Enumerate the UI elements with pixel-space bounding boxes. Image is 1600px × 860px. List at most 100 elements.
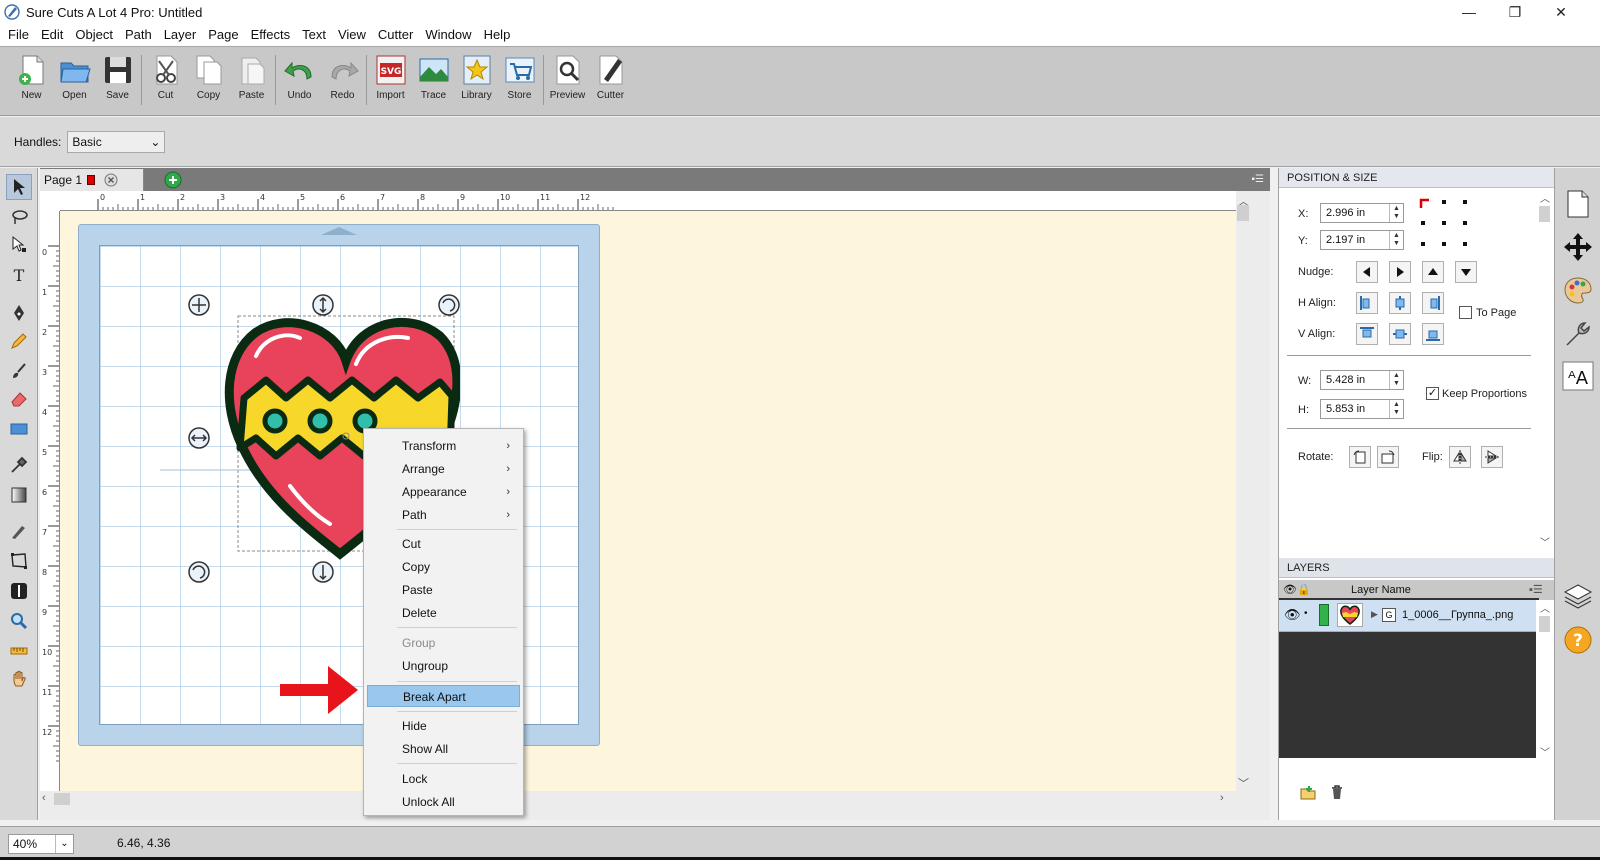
text-tool[interactable]: T bbox=[8, 264, 30, 286]
layers-scrollbar[interactable]: ︿ ﹀ bbox=[1536, 600, 1554, 760]
open-button[interactable]: Open bbox=[53, 53, 96, 109]
y-field[interactable]: 2.197 in ▲ ▼ bbox=[1320, 230, 1404, 250]
horizontal-scrollbar[interactable]: ‹ › bbox=[40, 791, 1236, 808]
zoom-tool[interactable] bbox=[8, 610, 30, 632]
zoom-select[interactable]: 40% ⌄ bbox=[8, 834, 74, 854]
expand-arrow-icon[interactable]: ▶ bbox=[1371, 609, 1378, 620]
nudge-down-button[interactable] bbox=[1455, 261, 1477, 283]
shape-tool[interactable] bbox=[8, 418, 30, 440]
store-button[interactable]: Store bbox=[498, 53, 541, 109]
scroll-down-icon[interactable]: ﹀ bbox=[1540, 744, 1550, 759]
layer-row[interactable]: 👁 • ▶ G 1_0006__Группа_.png bbox=[1279, 600, 1539, 632]
select-tool[interactable] bbox=[6, 174, 32, 200]
align-left-button[interactable] bbox=[1356, 292, 1378, 314]
x-spinner[interactable]: ▲ ▼ bbox=[1389, 204, 1403, 222]
position-panel-scrollbar[interactable]: ︿ ﹀ bbox=[1536, 190, 1554, 549]
add-page-icon[interactable] bbox=[164, 171, 182, 189]
pencil-tool[interactable] bbox=[8, 330, 30, 352]
cut-button[interactable]: Cut bbox=[144, 53, 187, 109]
menu-object[interactable]: Object bbox=[69, 24, 119, 46]
scroll-thumb[interactable] bbox=[54, 793, 70, 805]
menu-edit[interactable]: Edit bbox=[35, 24, 69, 46]
weld-tool[interactable] bbox=[8, 580, 30, 602]
scroll-thumb[interactable] bbox=[1539, 616, 1550, 632]
eyedropper-tool[interactable] bbox=[8, 454, 30, 476]
scale-vertical-handle-bottom[interactable] bbox=[312, 561, 334, 583]
paste-button[interactable]: Paste bbox=[230, 53, 273, 109]
rotate-handle-bottom-left[interactable] bbox=[188, 561, 210, 583]
layer-name[interactable]: 1_0006__Группа_.png bbox=[1402, 609, 1513, 621]
scroll-down-icon[interactable]: ﹀ bbox=[1540, 534, 1550, 549]
vertical-scrollbar[interactable]: ︿ ﹀ bbox=[1236, 191, 1270, 791]
align-bottom-button[interactable] bbox=[1422, 323, 1444, 345]
undo-button[interactable]: Undo bbox=[278, 53, 321, 109]
tab-menu-icon[interactable]: ▪☰ bbox=[1251, 174, 1264, 185]
menu-file[interactable]: File bbox=[2, 24, 35, 46]
menu-cut[interactable]: Cut bbox=[367, 533, 520, 555]
menu-help[interactable]: Help bbox=[478, 24, 517, 46]
menu-effects[interactable]: Effects bbox=[245, 24, 297, 46]
scroll-down-icon[interactable]: ﹀ bbox=[1238, 775, 1249, 791]
reference-point-grid[interactable] bbox=[1419, 198, 1471, 248]
keep-proportions-checkbox[interactable]: ✓ bbox=[1426, 387, 1439, 400]
trace-button[interactable]: Trace bbox=[412, 53, 455, 109]
menu-view[interactable]: View bbox=[332, 24, 372, 46]
redo-button[interactable]: Redo bbox=[321, 53, 364, 109]
help-button[interactable]: ? bbox=[1562, 624, 1594, 656]
align-top-button[interactable] bbox=[1356, 323, 1378, 345]
scale-vertical-handle-top[interactable] bbox=[312, 294, 334, 316]
menu-appearance[interactable]: Appearance › bbox=[367, 481, 520, 503]
scale-horizontal-handle-left[interactable] bbox=[188, 427, 210, 449]
layers-panel-button[interactable] bbox=[1562, 580, 1594, 612]
scroll-thumb[interactable] bbox=[1539, 206, 1550, 222]
h-spinner[interactable]: ▲ ▼ bbox=[1389, 400, 1403, 418]
text-panel-button[interactable]: ᴬA bbox=[1562, 360, 1594, 392]
eraser-tool[interactable] bbox=[8, 388, 30, 410]
import-button[interactable]: SVG Import bbox=[369, 53, 412, 109]
scroll-left-icon[interactable]: ‹ bbox=[42, 792, 46, 804]
align-middle-v-button[interactable] bbox=[1389, 323, 1411, 345]
menu-lock[interactable]: Lock bbox=[367, 768, 520, 790]
nudge-right-button[interactable] bbox=[1389, 261, 1411, 283]
flip-vertical-button[interactable] bbox=[1481, 446, 1503, 468]
rotate-ccw-button[interactable] bbox=[1349, 446, 1371, 468]
tools-panel-button[interactable] bbox=[1562, 318, 1594, 350]
brush-tool[interactable] bbox=[8, 360, 30, 382]
add-layer-icon[interactable] bbox=[1299, 784, 1317, 800]
menu-arrange[interactable]: Arrange › bbox=[367, 458, 520, 480]
chevron-down-icon[interactable]: ⌄ bbox=[55, 835, 73, 853]
align-center-h-button[interactable] bbox=[1389, 292, 1411, 314]
node-edit-tool[interactable] bbox=[8, 234, 30, 256]
nudge-left-button[interactable] bbox=[1356, 261, 1378, 283]
library-button[interactable]: Library bbox=[455, 53, 498, 109]
cutter-button[interactable]: Cutter bbox=[589, 53, 632, 109]
position-panel-button[interactable] bbox=[1562, 231, 1594, 263]
menu-break-apart[interactable]: Break Apart bbox=[367, 685, 520, 707]
menu-window[interactable]: Window bbox=[419, 24, 477, 46]
pen-tool[interactable] bbox=[8, 302, 30, 324]
new-button[interactable]: New bbox=[10, 53, 53, 109]
menu-delete[interactable]: Delete bbox=[367, 602, 520, 624]
color-panel-button[interactable] bbox=[1562, 274, 1594, 306]
workspace[interactable] bbox=[60, 211, 1236, 791]
menu-show-all[interactable]: Show All bbox=[367, 738, 520, 760]
unlocked-dot-icon[interactable]: • bbox=[1304, 608, 1308, 619]
minimize-button[interactable]: — bbox=[1446, 0, 1492, 24]
menu-path[interactable]: Path › bbox=[367, 504, 520, 526]
rotate-cw-button[interactable] bbox=[1377, 446, 1399, 468]
x-field[interactable]: 2.996 in ▲ ▼ bbox=[1320, 203, 1404, 223]
preview-button[interactable]: Preview bbox=[546, 53, 589, 109]
flip-horizontal-button[interactable] bbox=[1449, 446, 1471, 468]
page-color-swatch[interactable] bbox=[87, 175, 96, 185]
w-spinner[interactable]: ▲ ▼ bbox=[1389, 371, 1403, 389]
width-field[interactable]: 5.428 in ▲ ▼ bbox=[1320, 370, 1404, 390]
rotate-handle-top-right[interactable] bbox=[438, 294, 460, 316]
menu-text[interactable]: Text bbox=[296, 24, 332, 46]
scroll-up-icon[interactable]: ︿ bbox=[1540, 600, 1550, 615]
move-handle[interactable] bbox=[188, 294, 210, 316]
transform-tool[interactable] bbox=[8, 550, 30, 572]
eye-visible-icon[interactable]: 👁 bbox=[1284, 607, 1301, 623]
scroll-up-icon[interactable]: ︿ bbox=[1540, 190, 1550, 205]
document-panel-button[interactable] bbox=[1562, 188, 1594, 220]
menu-layer[interactable]: Layer bbox=[158, 24, 203, 46]
